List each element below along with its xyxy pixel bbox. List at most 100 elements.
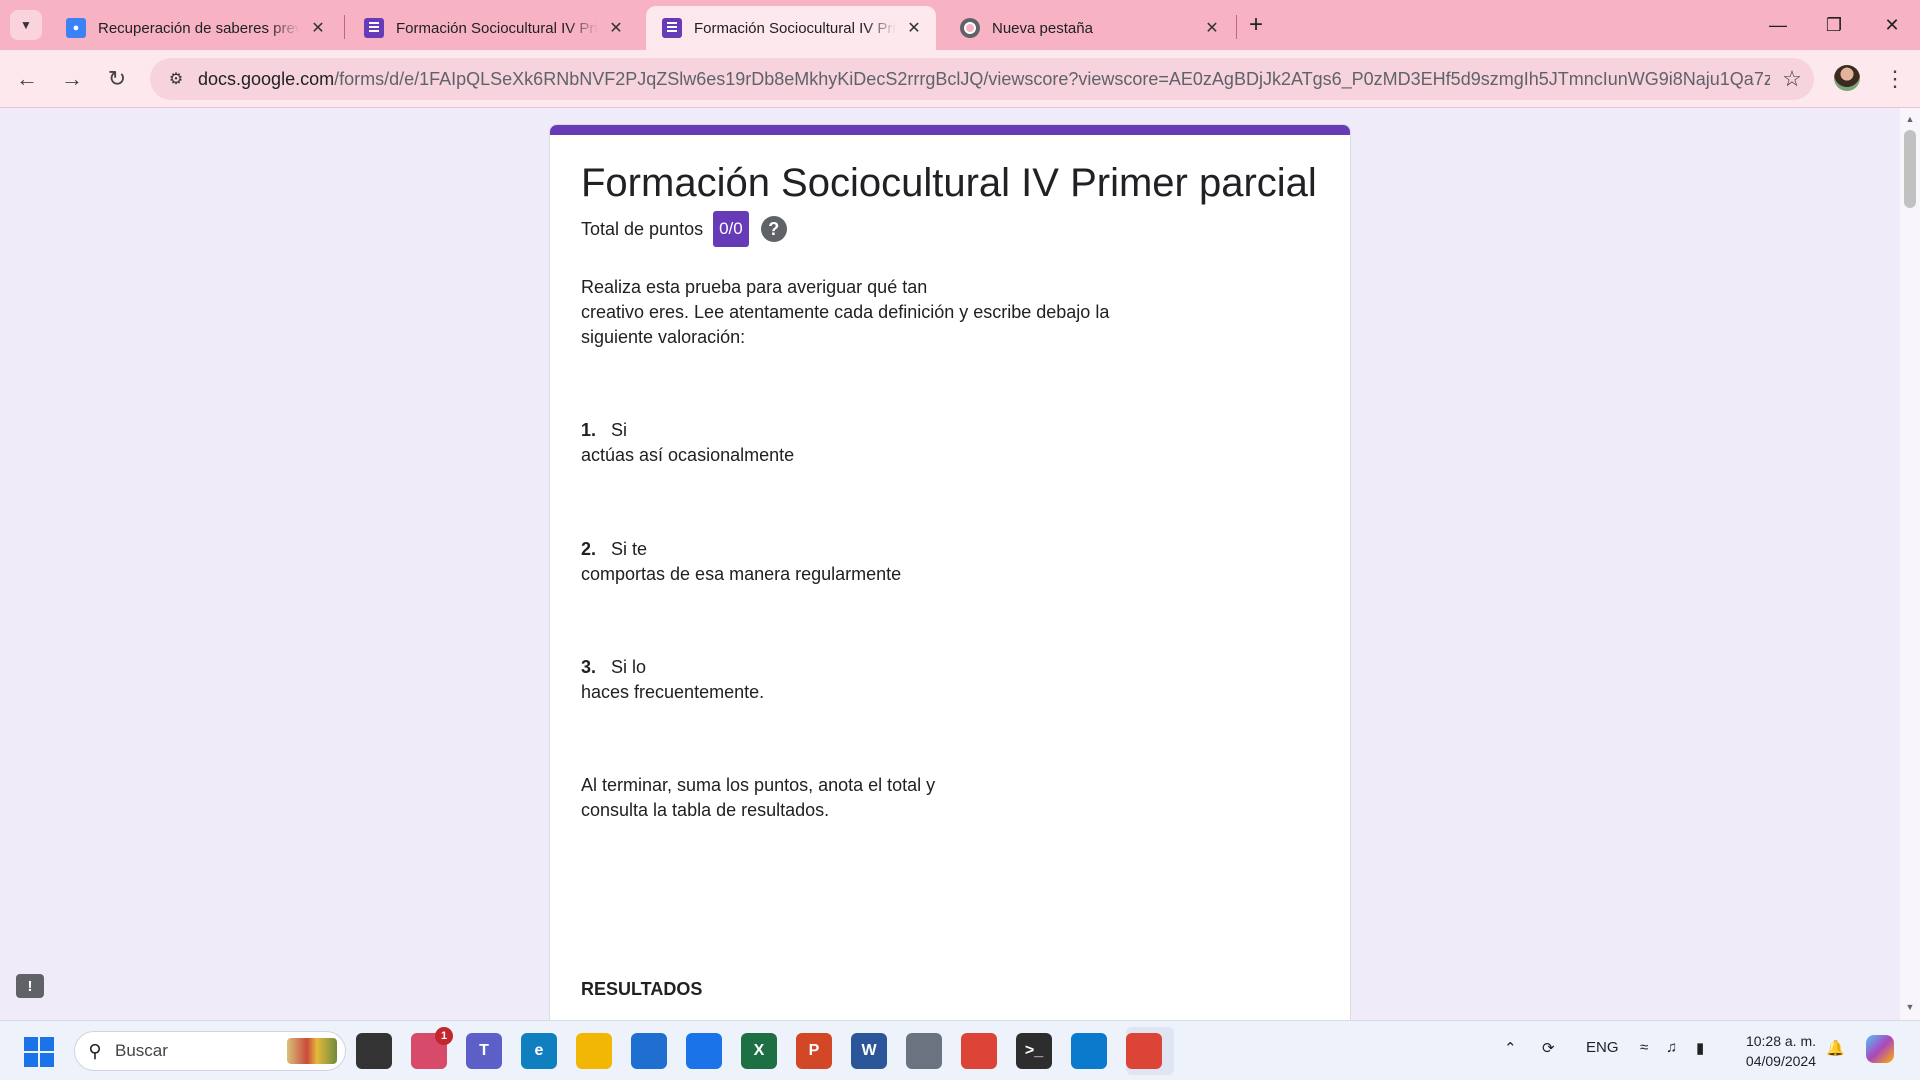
close-icon[interactable]: ✕ [308, 18, 328, 38]
form-title: Formación Sociocultural IV Primer parcia… [581, 161, 1317, 205]
list-item: 1. Si actúas así ocasionalmente [581, 418, 794, 468]
item-line: actúas así ocasionalmente [581, 445, 795, 465]
tab-title: Recuperación de saberes previos [98, 19, 300, 37]
address-bar[interactable]: ⚙ docs.google.com/forms/d/e/1FAIpQLSeXk6… [150, 58, 1814, 100]
battery-icon[interactable]: ▮ [1696, 1039, 1704, 1057]
new-tab-button[interactable]: + [1240, 10, 1272, 40]
site-info-icon[interactable]: ⚙ [154, 69, 198, 89]
item-line: Si te [611, 539, 648, 559]
taskbar-search[interactable]: ⚲ Buscar [74, 1031, 346, 1071]
closing-line: Al terminar, suma los puntos, anota el t… [581, 775, 936, 795]
mail-icon[interactable] [686, 1033, 722, 1069]
scroll-up-icon[interactable]: ▲ [1904, 114, 1916, 126]
chrome-icon[interactable] [961, 1033, 997, 1069]
menu-button[interactable]: ⋮ [1880, 62, 1910, 96]
search-highlight-image [287, 1038, 337, 1064]
close-icon: ✕ [1884, 14, 1900, 35]
clock[interactable]: 10:28 a. m. 04/09/2024 [1730, 1031, 1816, 1071]
item-line: haces frecuentemente. [581, 682, 765, 702]
scroll-thumb[interactable] [1904, 130, 1916, 208]
plus-icon: + [1248, 11, 1263, 38]
store-icon[interactable] [631, 1033, 667, 1069]
tab-nueva-pestana[interactable]: Nueva pestaña ✕ [944, 6, 1234, 50]
volume-icon[interactable]: ♫ [1666, 1039, 1677, 1056]
teams-icon[interactable]: T [466, 1033, 502, 1069]
tab-title: Formación Sociocultural IV Primer parcia… [694, 19, 896, 37]
tab-formacion-1[interactable]: Formación Sociocultural IV Primer parcia… [348, 6, 638, 50]
vscode-icon[interactable] [1071, 1033, 1107, 1069]
form-intro: Realiza esta prueba para averiguar qué t… [581, 275, 1109, 350]
reload-button[interactable]: ↻ [100, 62, 134, 96]
url-host: docs.google.com [198, 68, 335, 89]
feedback-button[interactable]: ! [16, 974, 44, 998]
results-heading: RESULTADOS [581, 979, 703, 999]
language-indicator[interactable]: ENG [1586, 1039, 1619, 1056]
restore-icon: ❐ [1825, 14, 1843, 35]
tab-formacion-active[interactable]: Formación Sociocultural IV Primer parcia… [646, 6, 936, 50]
tab-title: Formación Sociocultural IV Primer parcia… [396, 19, 598, 37]
edge-icon[interactable]: e [521, 1033, 557, 1069]
page-viewport: Formación Sociocultural IV Primer parcia… [0, 108, 1920, 1020]
points-badge: 0/0 [713, 211, 749, 247]
url-text[interactable]: docs.google.com/forms/d/e/1FAIpQLSeXk6RN… [198, 69, 1770, 90]
kebab-menu-icon: ⋮ [1884, 66, 1906, 91]
camera-icon[interactable] [906, 1033, 942, 1069]
close-icon[interactable]: ✕ [904, 18, 924, 38]
form-accent-bar [550, 125, 1350, 135]
restore-button[interactable]: ❐ [1806, 0, 1862, 50]
forward-button[interactable]: → [55, 62, 89, 96]
notification-bell-icon[interactable]: 🔔 [1826, 1039, 1845, 1057]
tab-separator [1236, 15, 1237, 39]
chrome-icon [960, 18, 980, 38]
chevron-up-icon[interactable]: ⌃ [1504, 1039, 1517, 1057]
browser-toolbar: ← → ↻ ⚙ docs.google.com/forms/d/e/1FAIpQ… [0, 50, 1920, 108]
intro-line: siguiente valoración: [581, 327, 746, 347]
forms-icon [662, 18, 682, 38]
excel-icon[interactable]: X [741, 1033, 777, 1069]
scrollbar[interactable]: ▲ ▼ [1900, 108, 1920, 1020]
intro-line: creativo eres. Lee atentamente cada defi… [581, 302, 1110, 322]
wifi-icon[interactable]: ≈ [1640, 1039, 1648, 1056]
item-number: 1. [581, 420, 597, 440]
minimize-button[interactable]: — [1750, 0, 1806, 50]
item-number: 2. [581, 539, 597, 559]
scroll-down-icon[interactable]: ▼ [1904, 1002, 1916, 1014]
terminal-icon[interactable]: >_ [1016, 1033, 1052, 1069]
item-line: Si [611, 420, 628, 440]
tab-title: Nueva pestaña [992, 19, 1093, 37]
taskbar: ⚲ Buscar 1 Te X P W >_ ⌃ ⟳ ENG ≈ ♫ ▮ 10:28 a.… [0, 1020, 1920, 1080]
form-card: Formación Sociocultural IV Primer parcia… [549, 124, 1351, 1020]
search-input[interactable]: Buscar [115, 1041, 287, 1061]
close-window-button[interactable]: ✕ [1864, 0, 1920, 50]
chrome-active-icon[interactable] [1126, 1033, 1162, 1069]
help-icon[interactable]: ? [760, 216, 787, 242]
tab-strip: ▼ ● Recuperación de saberes previos ✕ Fo… [0, 0, 1920, 50]
powerpoint-icon[interactable]: P [796, 1033, 832, 1069]
task-view-icon[interactable] [356, 1033, 392, 1069]
search-icon: ⚲ [88, 1040, 102, 1061]
close-icon[interactable]: ✕ [1202, 18, 1222, 38]
copilot-icon[interactable] [1866, 1035, 1894, 1063]
intro-line: Realiza esta prueba para averiguar qué t… [581, 277, 928, 297]
chevron-down-icon: ▼ [20, 18, 32, 32]
profile-avatar[interactable] [1834, 65, 1860, 91]
file-explorer-icon[interactable] [576, 1033, 612, 1069]
sync-icon[interactable]: ⟳ [1542, 1039, 1555, 1057]
windows-start-icon[interactable] [24, 1037, 54, 1067]
back-button[interactable]: ← [10, 62, 44, 96]
arrow-left-icon: ← [16, 66, 38, 91]
bookmark-star-icon[interactable]: ☆ [1770, 66, 1814, 92]
minimize-icon: — [1769, 14, 1787, 35]
item-line: Si lo [611, 657, 647, 677]
item-line: comportas de esa manera regularmente [581, 564, 902, 584]
reload-icon: ↻ [107, 66, 127, 91]
tab-search-button[interactable]: ▼ [10, 10, 42, 40]
classroom-icon: ● [66, 18, 86, 38]
word-icon[interactable]: W [851, 1033, 887, 1069]
close-icon[interactable]: ✕ [606, 18, 626, 38]
points-row: Total de puntos 0/0 ? [581, 211, 787, 247]
tab-recuperacion[interactable]: ● Recuperación de saberes previos ✕ [50, 6, 340, 50]
forms-icon [364, 18, 384, 38]
item-number: 3. [581, 657, 597, 677]
copilot-app-icon[interactable]: 1 [411, 1027, 453, 1069]
